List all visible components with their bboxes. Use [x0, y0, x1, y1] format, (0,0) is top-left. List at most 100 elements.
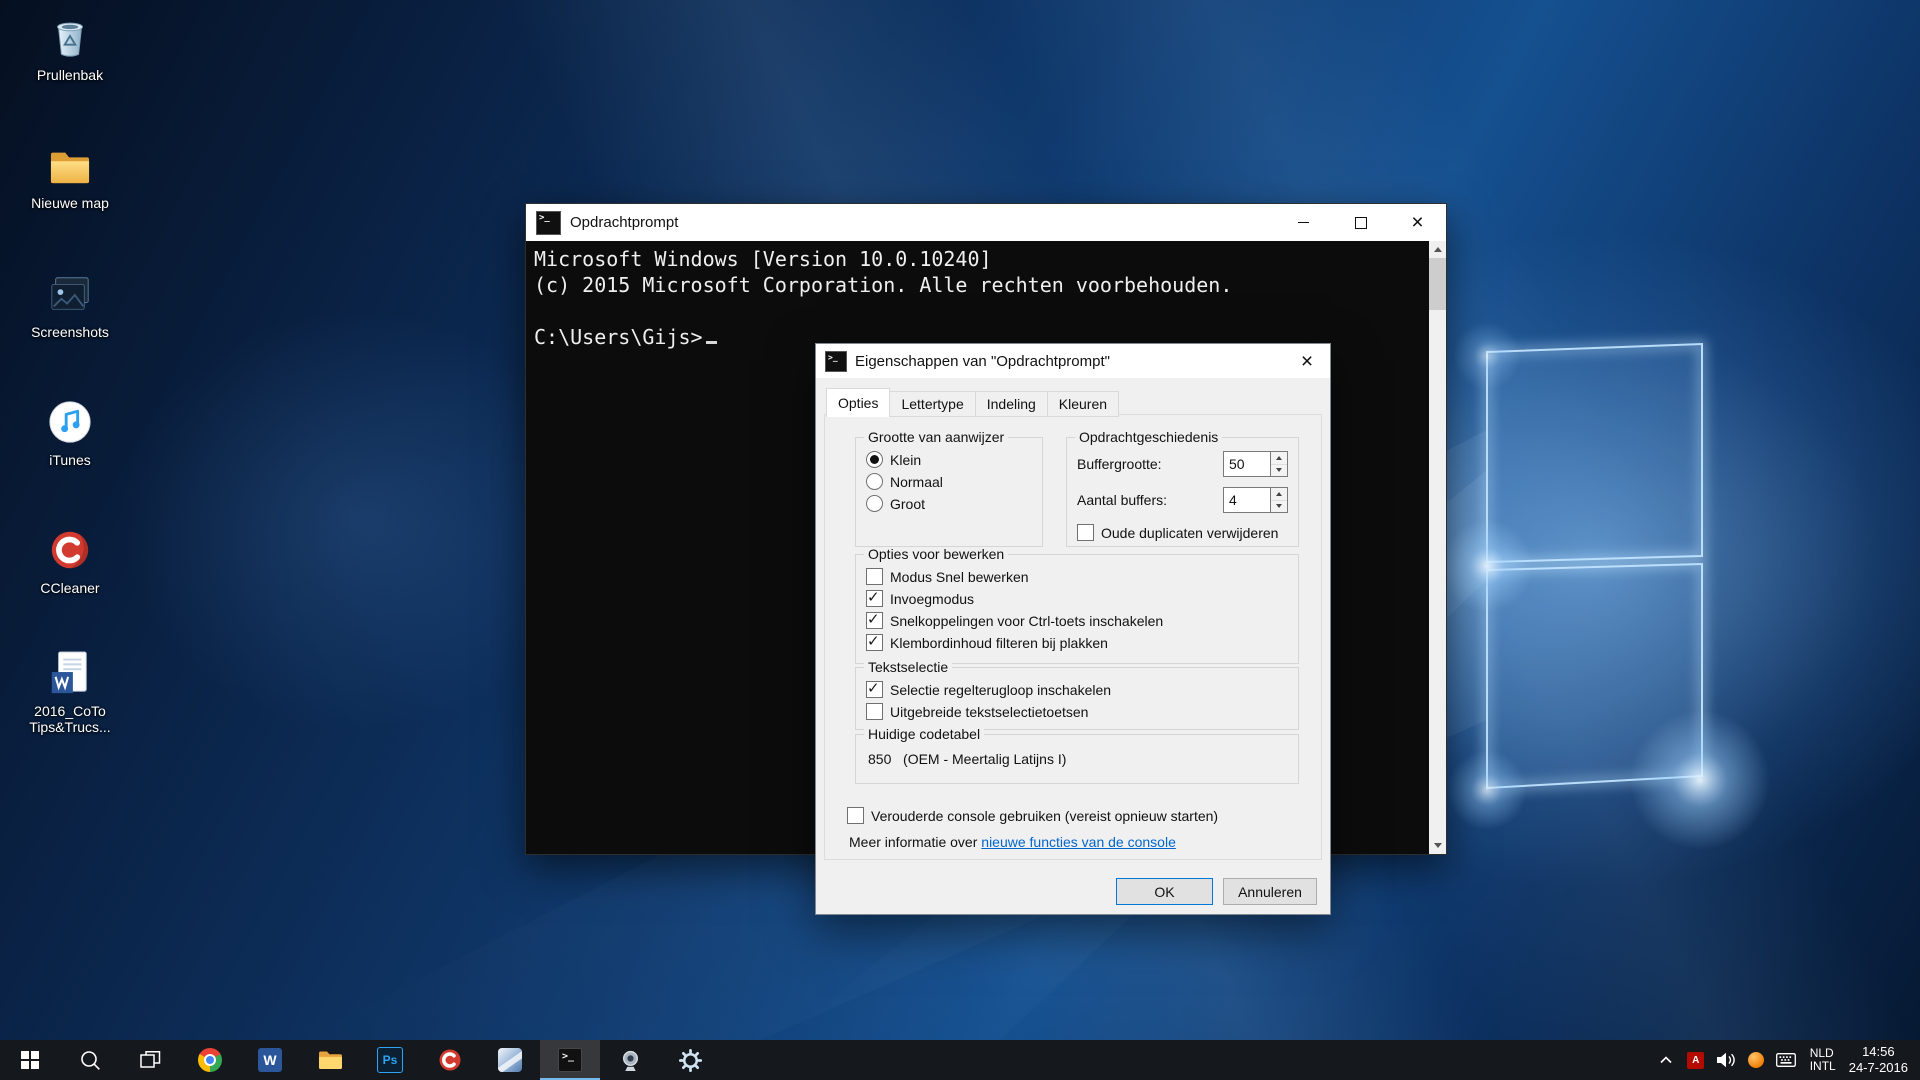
scrollbar-thumb[interactable]: [1429, 258, 1446, 310]
console-features-link[interactable]: nieuwe functies van de console: [981, 834, 1176, 850]
start-button[interactable]: [0, 1040, 60, 1080]
cancel-button[interactable]: Annuleren: [1223, 878, 1317, 905]
desktop-icon-prullenbak[interactable]: Prullenbak: [18, 12, 122, 83]
tab-lettertype[interactable]: Lettertype: [889, 391, 976, 417]
taskbar-photoshop[interactable]: Ps: [360, 1040, 420, 1080]
codepage-value: 850 (OEM - Meertalig Latijns I): [868, 751, 1067, 767]
tab-kleuren[interactable]: Kleuren: [1046, 391, 1120, 417]
taskbar-settings[interactable]: [660, 1040, 720, 1080]
checkbox[interactable]: [1077, 524, 1094, 541]
system-tray: A NLD INTL 14:56 24-7-2016: [1651, 1040, 1920, 1080]
checkbox[interactable]: [866, 679, 883, 698]
radio-button[interactable]: [866, 451, 883, 468]
tray-touch-keyboard[interactable]: [1771, 1040, 1801, 1080]
console-titlebar[interactable]: >_ Opdrachtprompt: [526, 204, 1446, 241]
console-prompt: C:\Users\Gijs>: [534, 325, 703, 349]
tab-indeling[interactable]: Indeling: [974, 391, 1048, 417]
edit-options-group: Opties voor bewerken Modus Snel bewerken…: [855, 547, 1299, 664]
checkbox[interactable]: [866, 588, 883, 607]
touch-keyboard-icon: [1775, 1053, 1796, 1067]
checkbox-row-duplicates[interactable]: Oude duplicaten verwijderen: [1077, 524, 1298, 541]
radio-row-normaal[interactable]: Normaal: [866, 473, 1042, 490]
tray-adobe-reader[interactable]: A: [1681, 1040, 1711, 1080]
group-title: Grootte van aanwijzer: [864, 430, 1009, 445]
desktop-icon-nieuwe-map[interactable]: Nieuwe map: [18, 140, 122, 211]
dialog-titlebar[interactable]: >_ Eigenschappen van "Opdrachtprompt": [816, 344, 1330, 378]
camera-app-icon: [622, 1050, 638, 1071]
desktop-icon-word-document[interactable]: 2016_CoTo Tips&Trucs...: [18, 648, 122, 735]
ok-button[interactable]: OK: [1116, 878, 1213, 905]
checkbox-row[interactable]: Invoegmodus: [866, 588, 1298, 607]
command-prompt-icon: >_: [825, 350, 847, 372]
radio-button[interactable]: [866, 495, 883, 512]
dialog-close-button[interactable]: [1284, 344, 1330, 378]
field-label: Buffergrootte:: [1077, 456, 1162, 472]
checkbox[interactable]: [847, 807, 864, 824]
checkbox-row[interactable]: Uitgebreide tekstselectietoetsen: [866, 703, 1298, 720]
spin-down-button[interactable]: [1271, 464, 1287, 476]
taskbar-camera-app[interactable]: [600, 1040, 660, 1080]
app-icon: [498, 1048, 522, 1072]
spin-up-button[interactable]: [1271, 488, 1287, 501]
screen: Prullenbak Nieuwe map Screenshots iTunes…: [0, 0, 1920, 1080]
desktop-icon-ccleaner[interactable]: CCleaner: [18, 525, 122, 596]
search-button[interactable]: [60, 1040, 120, 1080]
checkbox-row[interactable]: Klembordinhoud filteren bij plakken: [866, 632, 1298, 651]
more-info-line: Meer informatie over nieuwe functies van…: [849, 834, 1176, 850]
radio-row-groot[interactable]: Groot: [866, 495, 1042, 512]
maximize-icon: [1354, 216, 1367, 229]
taskbar: W Ps >_ A NLD INTL 14:56 24-7-2016: [0, 1040, 1920, 1080]
command-prompt-icon: >_: [536, 210, 561, 235]
checkbox[interactable]: [866, 568, 883, 585]
desktop-icon-label: 2016_CoTo Tips&Trucs...: [29, 703, 111, 735]
folder-icon: [45, 140, 95, 190]
field-label: Aantal buffers:: [1077, 492, 1168, 508]
desktop-icon-screenshots[interactable]: Screenshots: [18, 269, 122, 340]
task-view-button[interactable]: [120, 1040, 180, 1080]
checkbox-row[interactable]: Snelkoppelingen voor Ctrl-toets inschake…: [866, 610, 1298, 629]
desktop-icon-label: Screenshots: [31, 324, 109, 340]
taskbar-chrome[interactable]: [180, 1040, 240, 1080]
radio-button[interactable]: [866, 473, 883, 490]
desktop-icon-itunes[interactable]: iTunes: [18, 397, 122, 468]
taskbar-command-prompt[interactable]: >_: [540, 1040, 600, 1080]
checkbox[interactable]: [866, 610, 883, 629]
console-scrollbar[interactable]: [1429, 241, 1446, 854]
number-input[interactable]: 4: [1223, 487, 1270, 513]
checkbox-row[interactable]: Modus Snel bewerken: [866, 568, 1298, 585]
taskbar-app[interactable]: [480, 1040, 540, 1080]
spin-down-button[interactable]: [1271, 500, 1287, 512]
checkbox[interactable]: [866, 703, 883, 720]
maximize-button[interactable]: [1332, 204, 1389, 241]
checkbox-label: Klembordinhoud filteren bij plakken: [890, 634, 1108, 651]
clock[interactable]: 14:56 24-7-2016: [1845, 1040, 1920, 1080]
properties-dialog: >_ Eigenschappen van "Opdrachtprompt" Op…: [815, 343, 1331, 915]
text-cursor: [705, 341, 717, 344]
time: 14:56: [1862, 1044, 1895, 1059]
taskbar-word[interactable]: W: [240, 1040, 300, 1080]
checkbox-row[interactable]: Selectie regelterugloop inschakelen: [866, 679, 1298, 698]
close-button[interactable]: [1389, 204, 1446, 241]
taskbar-file-explorer[interactable]: [300, 1040, 360, 1080]
scroll-up-arrow[interactable]: [1429, 241, 1446, 258]
checkbox-row-legacy-console[interactable]: Verouderde console gebruiken (vereist op…: [847, 807, 1218, 824]
buffer-size-input[interactable]: 50: [1223, 451, 1288, 477]
minimize-button[interactable]: [1275, 204, 1332, 241]
number-input[interactable]: 50: [1223, 451, 1270, 477]
settings-gear-icon: [678, 1048, 702, 1072]
radio-label: Normaal: [890, 473, 943, 490]
tray-volume[interactable]: [1711, 1040, 1741, 1080]
language-indicator[interactable]: NLD INTL: [1801, 1040, 1845, 1080]
tray-show-hidden-icons[interactable]: [1651, 1040, 1681, 1080]
scroll-down-arrow[interactable]: [1429, 837, 1446, 854]
tab-opties[interactable]: Opties: [826, 388, 891, 417]
buffer-count-input[interactable]: 4: [1223, 487, 1288, 513]
checkbox[interactable]: [866, 632, 883, 651]
radio-row-klein[interactable]: Klein: [866, 451, 1042, 468]
taskbar-ccleaner[interactable]: [420, 1040, 480, 1080]
spin-up-button[interactable]: [1271, 452, 1287, 465]
minimize-icon: [1298, 222, 1309, 223]
tray-orange-app[interactable]: [1741, 1040, 1771, 1080]
text-selection-group: Tekstselectie Selectie regelterugloop in…: [855, 660, 1299, 730]
